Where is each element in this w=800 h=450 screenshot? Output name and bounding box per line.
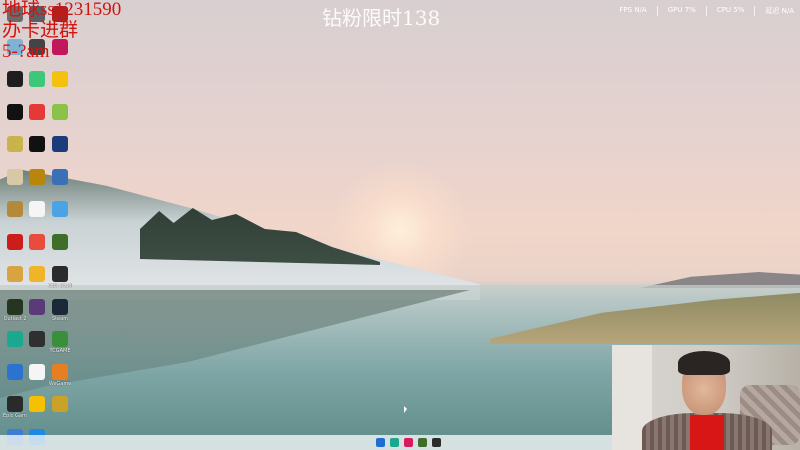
stream-overlay-line-3: 5-?am [2,41,50,62]
app-icon [29,266,45,282]
edge-icon [7,331,23,347]
app-icon [29,103,45,120]
shortcut-label: OBS Studio [48,283,72,289]
desktop-shortcut[interactable] [25,103,49,121]
desktop-shortcut[interactable]: Epic Games Launcher [3,396,27,419]
stream-overlay-line-1: 地球ss1231590 [2,0,122,20]
stat-divider [754,6,756,16]
desktop-shortcut[interactable] [25,71,49,88]
desktop-shortcut[interactable] [48,233,72,251]
app-icon [7,201,23,217]
performance-stats: FPS N/A GPU 7% CPU 5% 延迟 N/A [619,6,794,16]
app-icon [52,233,68,250]
app-icon[interactable] [418,438,427,447]
app-icon [52,396,68,412]
webcam-person-shirt [690,415,724,450]
app-icon [7,363,23,380]
desktop-shortcut[interactable] [3,103,27,121]
app-icon [7,298,23,315]
desktop-shortcut[interactable] [3,233,27,251]
app-icon [29,168,45,185]
app-icon [7,103,23,120]
latency-stat: 延迟 N/A [765,7,794,15]
app-icon [52,103,68,120]
desktop-shortcut[interactable] [25,363,49,381]
app-icon [52,136,68,152]
app-icon [7,71,23,87]
desktop-shortcut[interactable] [25,201,49,218]
app-icon [7,233,23,250]
app-icon [29,298,45,315]
app-icon [29,233,45,250]
app-icon [29,331,45,347]
desktop-shortcut[interactable]: OBS Studio [48,266,72,289]
desktop-shortcut[interactable] [25,298,49,316]
app-icon [7,266,23,282]
app-icon [52,363,68,380]
app-icon [52,331,68,347]
desktop-shortcut[interactable]: Outlast 2 [3,298,27,322]
desktop-shortcut[interactable] [25,396,49,413]
desktop-shortcut[interactable] [48,38,72,56]
webcam-person-hair [678,351,730,375]
desktop-shortcut[interactable] [3,331,27,348]
file-icon [29,363,45,380]
app-icon [7,168,23,185]
desktop-shortcut[interactable] [3,266,27,283]
desktop-shortcut[interactable] [48,201,72,218]
desktop-shortcut[interactable] [3,363,27,381]
promo-banner: 钻粉限时138 [322,6,441,30]
desktop-shortcut[interactable] [25,266,49,283]
desktop-shortcut[interactable] [25,233,49,251]
shortcut-label: Outlast 2 [3,315,27,322]
gpu-stat: GPU 7% [667,6,696,14]
stat-divider [656,6,658,16]
epic-icon [7,396,23,412]
stat-divider [705,6,707,16]
app-icon[interactable] [404,438,413,447]
windows-start-icon[interactable] [376,438,385,447]
shortcut-label: WeGame [48,380,72,387]
desktop-shortcut[interactable]: TCGAME [48,331,72,354]
obs-icon [52,266,68,282]
desktop-shortcut[interactable]: Steam [48,298,72,322]
shortcut-label: Epic Games Launcher [3,413,27,419]
webcam-overlay [612,345,800,450]
desktop-shortcut[interactable] [48,168,72,186]
desktop-shortcut[interactable] [25,136,49,153]
desktop-shortcut[interactable] [25,331,49,348]
shortcut-label: Steam [51,315,69,322]
app-icon [29,71,45,87]
mouse-cursor [404,406,407,413]
desktop-shortcut[interactable] [3,201,27,218]
desktop-shortcut[interactable]: WeGame [48,363,72,387]
desktop-shortcut[interactable] [48,103,72,121]
app-icon [7,136,23,152]
app-icon [52,201,68,217]
desktop-shortcut[interactable] [3,71,27,88]
edge-icon[interactable] [390,438,399,447]
desktop-shortcut[interactable] [48,396,72,413]
desktop-shortcut[interactable] [3,136,27,153]
stream-overlay-line-2: 办卡进群 [2,20,79,41]
steam-icon [52,298,68,315]
desktop-shortcut[interactable] [48,136,72,153]
app-icon [29,201,45,217]
desktop-shortcut[interactable] [48,71,72,88]
shortcut-label: TCGAME [49,348,71,354]
cpu-stat: CPU 5% [716,6,745,14]
app-icon [52,71,68,87]
app-icon[interactable] [432,438,441,447]
app-icon [29,396,45,412]
fps-stat: FPS N/A [619,6,647,14]
desktop-shortcut[interactable] [25,168,49,186]
app-icon [29,136,45,152]
app-icon [52,168,68,185]
desktop-shortcut[interactable] [3,168,27,186]
